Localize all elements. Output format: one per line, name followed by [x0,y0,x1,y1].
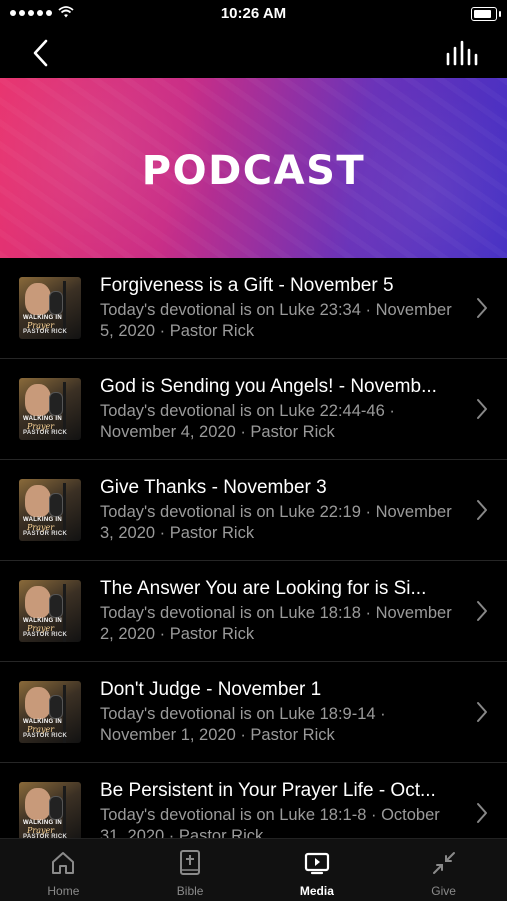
home-icon [52,852,75,874]
episode-subtitle: Today's devotional is on Luke 18:9-14 · … [100,705,386,744]
episode-thumbnail: WALKING IN Prayer PASTOR RICK [19,580,81,642]
episode-title: Don't Judge - November 1 [100,679,322,700]
chevron-right-icon [477,500,487,520]
chevron-right-icon [477,601,487,621]
thumbnail-caption-bottom: PASTOR RICK [23,632,68,638]
tab-bar: Home Bible Media Give [0,838,507,901]
bible-icon [180,850,201,875]
thumbnail-caption-bottom: PASTOR RICK [23,531,68,537]
episode-thumbnail: WALKING IN Prayer PASTOR RICK [19,782,81,844]
episode-row[interactable]: WALKING IN Prayer PASTOR RICK Give Thank… [0,460,507,561]
episode-row[interactable]: WALKING IN Prayer PASTOR RICK God is Sen… [0,359,507,460]
give-icon [432,852,455,874]
thumbnail-caption-bottom: PASTOR RICK [23,329,68,335]
banner-title: PODCAST [141,148,366,194]
episode-row[interactable]: WALKING IN Prayer PASTOR RICK Don't Judg… [0,662,507,763]
battery-level [474,10,492,18]
episode-row[interactable]: WALKING IN Prayer PASTOR RICK Forgivenes… [0,258,507,359]
tab-give[interactable]: Give [380,839,507,901]
microphone-icon [49,291,63,315]
tab-home-label: Home [47,884,80,898]
microphone-icon [49,594,63,618]
nav-bar [0,28,507,78]
audio-levels-icon[interactable] [445,40,479,66]
thumbnail-caption-bottom: PASTOR RICK [23,430,68,436]
episode-title: The Answer You are Looking for is Si... [100,578,427,599]
microphone-icon [49,695,63,719]
thumbnail-caption-bottom: PASTOR RICK [23,733,68,739]
microphone-icon [49,493,63,517]
episode-thumbnail: WALKING IN Prayer PASTOR RICK [19,479,81,541]
microphone-icon [49,392,63,416]
episode-subtitle: Today's devotional is on Luke 18:18 · No… [100,604,452,643]
tab-media-label: Media [299,884,334,898]
tab-media[interactable]: Media [254,839,381,901]
status-bar: 10:26 AM [0,0,507,28]
back-button[interactable] [26,36,56,70]
episode-title: God is Sending you Angels! - Novemb... [100,376,437,397]
episode-subtitle: Today's devotional is on Luke 23:34 · No… [100,301,452,340]
episode-title: Forgiveness is a Gift - November 5 [100,275,394,296]
tab-bible[interactable]: Bible [127,839,254,901]
battery-icon [471,7,501,21]
tab-home[interactable]: Home [0,839,127,901]
episode-thumbnail: WALKING IN Prayer PASTOR RICK [19,378,81,440]
episode-subtitle: Today's devotional is on Luke 22:19 · No… [100,503,452,542]
tab-give-label: Give [431,884,456,898]
chevron-right-icon [477,702,487,722]
status-time: 10:26 AM [220,5,287,22]
episode-list: WALKING IN Prayer PASTOR RICK Forgivenes… [0,258,507,864]
media-icon [304,852,329,875]
episode-subtitle: Today's devotional is on Luke 22:44-46 ·… [100,402,395,441]
chevron-right-icon [477,803,487,823]
tab-bible-label: Bible [176,884,204,898]
episode-thumbnail: WALKING IN Prayer PASTOR RICK [19,277,81,339]
episode-thumbnail: WALKING IN Prayer PASTOR RICK [19,681,81,743]
chevron-right-icon [477,399,487,419]
episode-row[interactable]: WALKING IN Prayer PASTOR RICK The Answer… [0,561,507,662]
microphone-icon [49,796,63,820]
podcast-banner: PODCAST [0,78,507,258]
episode-title: Give Thanks - November 3 [100,477,327,498]
chevron-right-icon [477,298,487,318]
episode-title: Be Persistent in Your Prayer Life - Oct.… [100,780,436,801]
